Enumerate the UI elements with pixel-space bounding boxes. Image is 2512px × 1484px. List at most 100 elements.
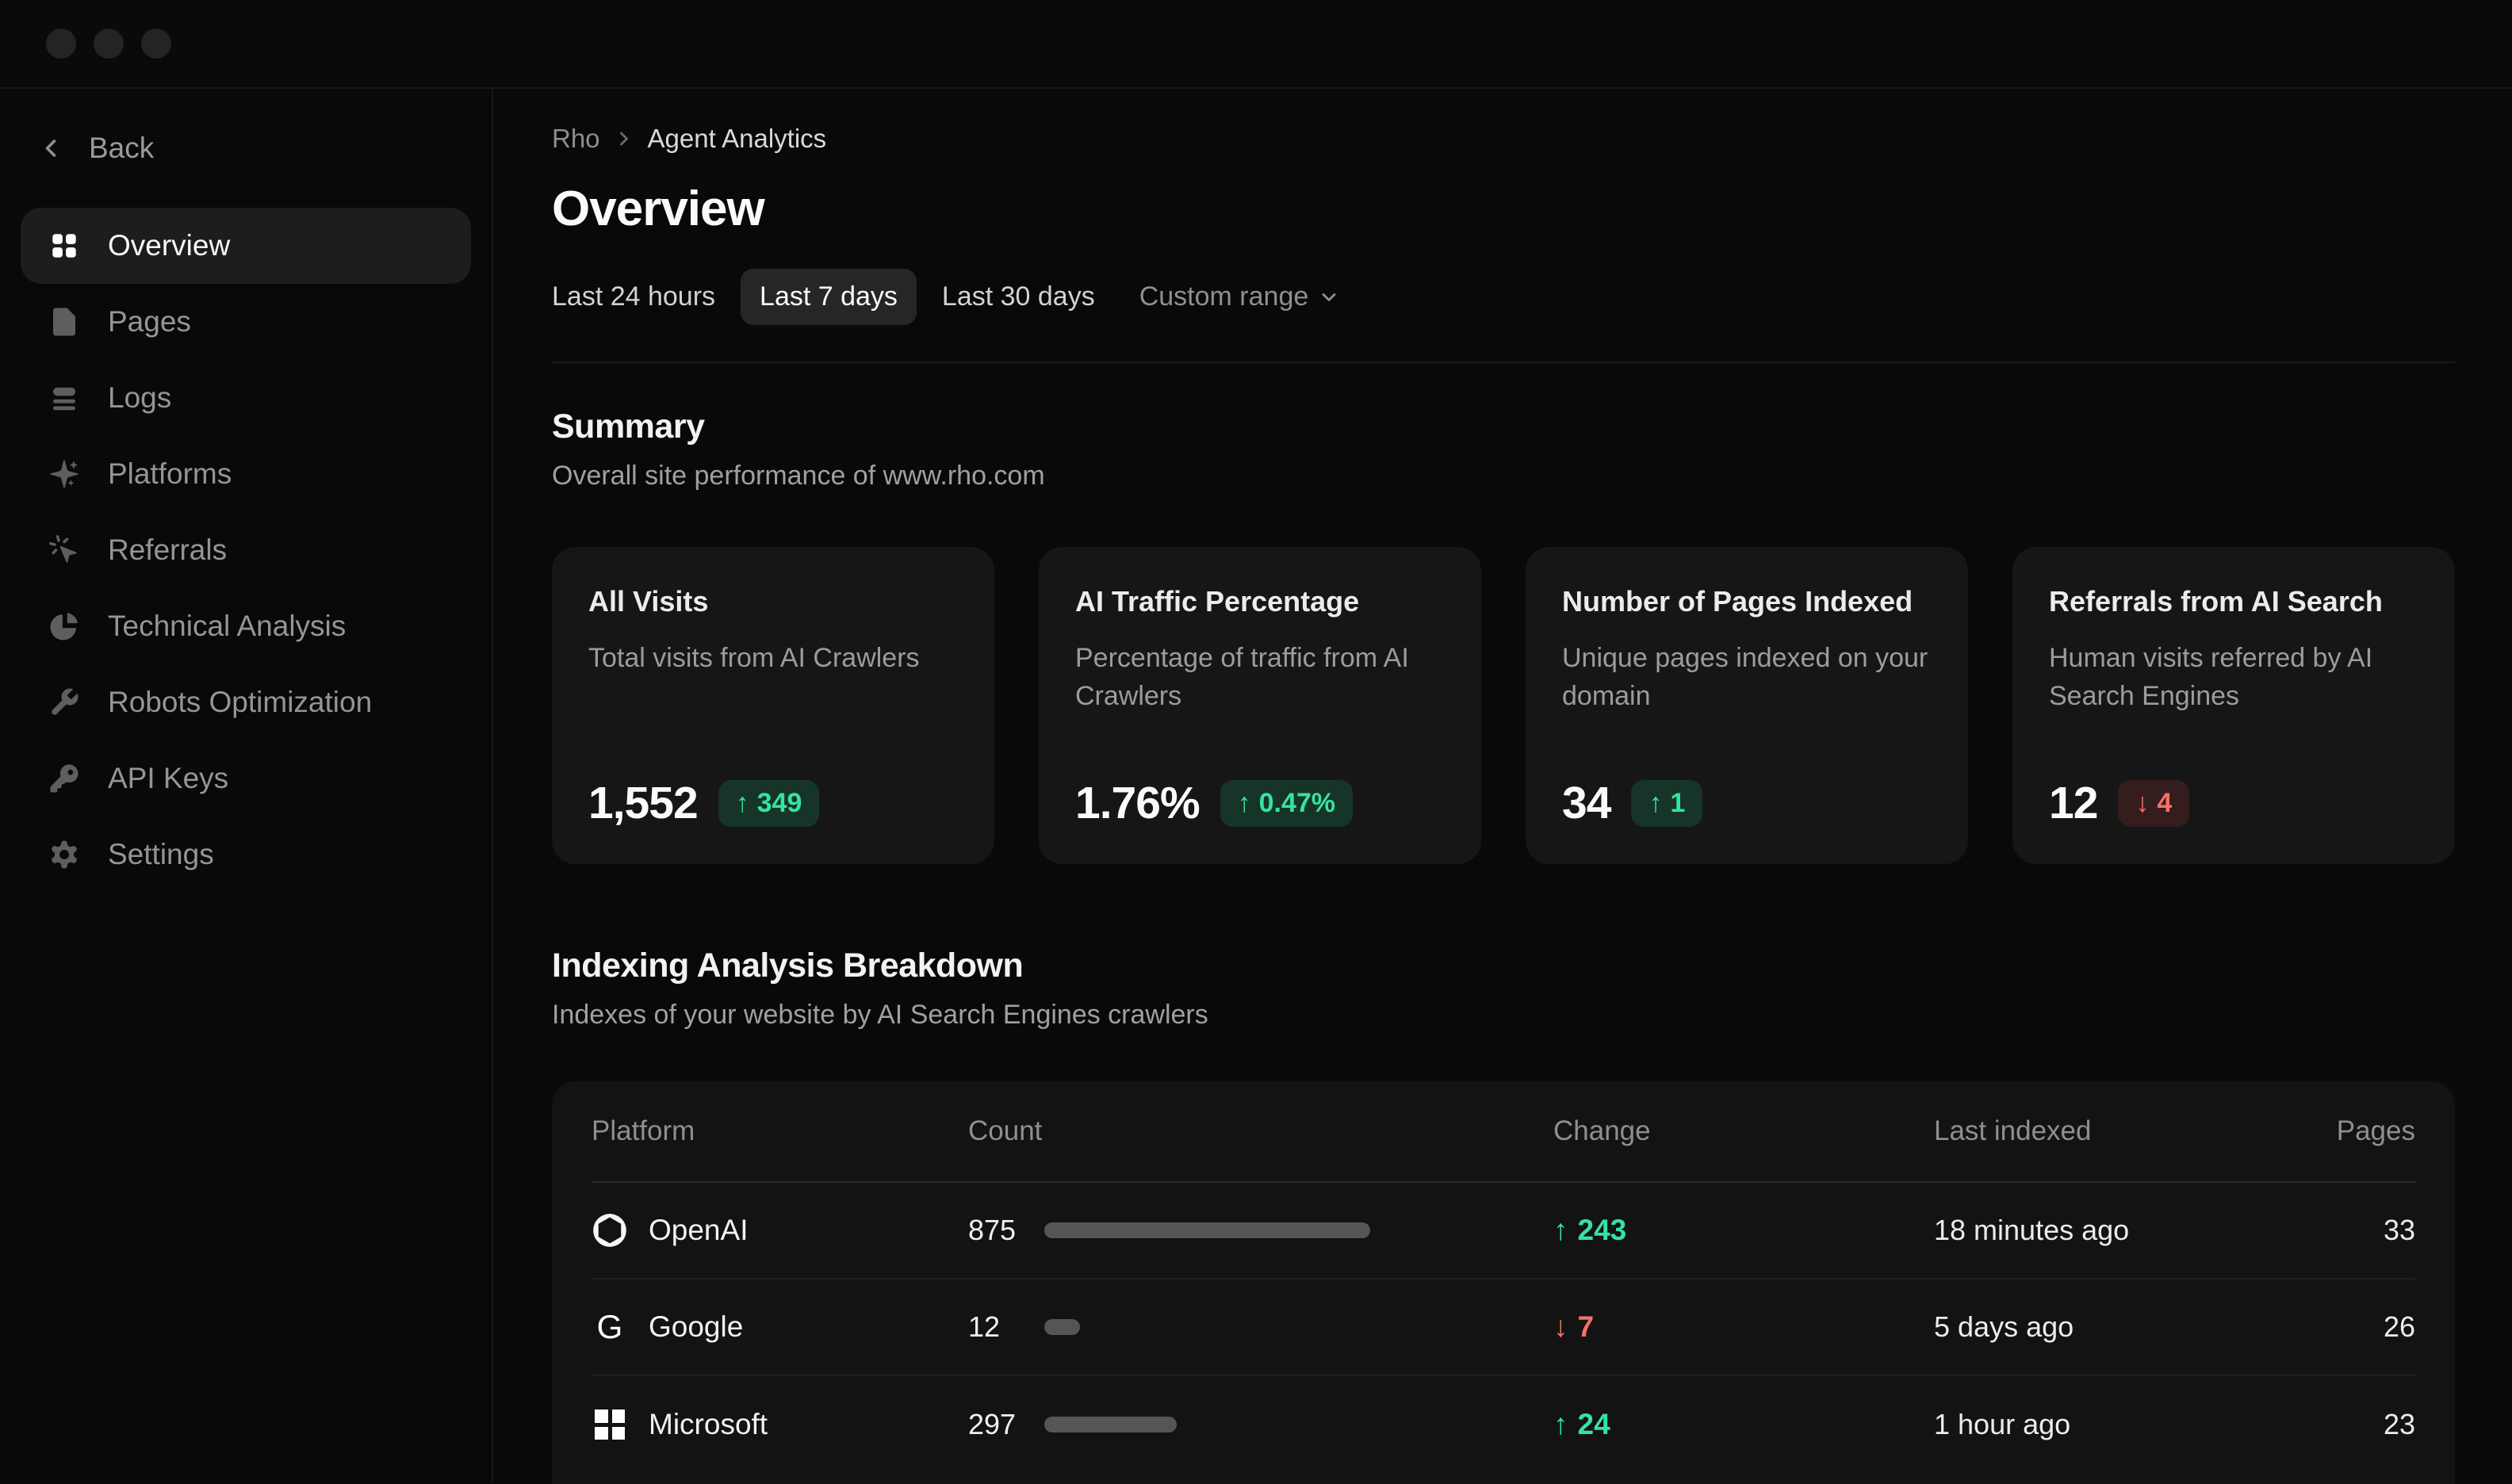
grid-icon xyxy=(48,229,81,262)
delta-value: 0.47% xyxy=(1259,788,1335,819)
main-content: Rho Agent Analytics Overview Last 24 hou… xyxy=(493,89,2512,1482)
microsoft-logo-icon xyxy=(592,1406,628,1443)
indexing-table: Platform Count Change Last indexed Pages xyxy=(552,1081,2455,1484)
sidebar-item-label: Overview xyxy=(108,229,230,262)
sidebar: Back Overview Pages Logs Platforms xyxy=(0,89,493,1482)
tab-custom-range[interactable]: Custom range xyxy=(1120,269,1360,325)
sidebar-item-overview[interactable]: Overview xyxy=(21,208,471,284)
delta-badge: ↑ 0.47% xyxy=(1220,780,1353,827)
summary-cards: All Visits Total visits from AI Crawlers… xyxy=(552,547,2455,864)
sidebar-item-platforms[interactable]: Platforms xyxy=(21,436,471,512)
breadcrumb-root[interactable]: Rho xyxy=(552,124,600,154)
sidebar-item-referrals[interactable]: Referrals xyxy=(21,512,471,588)
gear-icon xyxy=(48,838,81,871)
column-header-pages: Pages xyxy=(2297,1115,2415,1147)
sidebar-item-label: Referrals xyxy=(108,534,227,567)
last-indexed-value: 5 days ago xyxy=(1934,1310,2297,1344)
table-header-row: Platform Count Change Last indexed Pages xyxy=(592,1081,2415,1183)
metric-card-all-visits: All Visits Total visits from AI Crawlers… xyxy=(552,547,994,864)
openai-logo-icon xyxy=(592,1212,628,1249)
google-logo-icon: G xyxy=(592,1309,628,1345)
breadcrumb: Rho Agent Analytics xyxy=(552,124,2455,154)
cursor-click-icon xyxy=(48,534,81,567)
card-value: 1,552 xyxy=(588,777,698,829)
file-icon xyxy=(48,305,81,338)
sidebar-item-technical-analysis[interactable]: Technical Analysis xyxy=(21,588,471,664)
metric-card-ai-traffic-percentage: AI Traffic Percentage Percentage of traf… xyxy=(1039,547,1481,864)
divider xyxy=(552,361,2455,363)
tab-label: Last 30 days xyxy=(942,281,1095,312)
logs-icon xyxy=(48,381,81,415)
pages-value: 26 xyxy=(2297,1310,2415,1344)
chevron-down-icon xyxy=(1318,286,1340,308)
tab-label: Custom range xyxy=(1139,281,1309,312)
window-control-dot[interactable] xyxy=(94,29,124,59)
tab-last-24-hours[interactable]: Last 24 hours xyxy=(533,269,734,325)
table-row-openai: OpenAI 875 ↑ 243 18 minutes ago 33 xyxy=(592,1183,2415,1279)
sidebar-item-api-keys[interactable]: API Keys xyxy=(21,740,471,817)
platform-name: OpenAI xyxy=(649,1214,748,1247)
indexing-section-subtitle: Indexes of your website by AI Search Eng… xyxy=(552,1000,2455,1031)
delta-badge: ↓ 4 xyxy=(2118,780,2189,827)
page-title: Overview xyxy=(552,181,2455,237)
card-value: 12 xyxy=(2049,777,2097,829)
card-value: 34 xyxy=(1562,777,1610,829)
card-title: Number of Pages Indexed xyxy=(1562,585,1932,618)
platform-name: Google xyxy=(649,1310,743,1344)
change-value: 7 xyxy=(1578,1310,1595,1344)
sidebar-item-pages[interactable]: Pages xyxy=(21,284,471,360)
count-bar xyxy=(1044,1319,1080,1335)
delta-badge: ↑ 1 xyxy=(1631,780,1702,827)
sidebar-item-label: Technical Analysis xyxy=(108,610,346,643)
window-control-dot[interactable] xyxy=(46,29,76,59)
sidebar-item-robots-optimization[interactable]: Robots Optimization xyxy=(21,664,471,740)
back-button[interactable]: Back xyxy=(21,120,471,176)
arrow-up-icon: ↑ xyxy=(1648,788,1662,819)
last-indexed-value: 1 hour ago xyxy=(1934,1408,2297,1441)
window-titlebar xyxy=(0,0,2512,89)
change-cell: ↓ 7 xyxy=(1553,1310,1934,1344)
summary-section-subtitle: Overall site performance of www.rho.com xyxy=(552,461,2455,491)
sparkles-icon xyxy=(48,457,81,491)
arrow-up-icon: ↑ xyxy=(1553,1214,1568,1247)
tab-last-30-days[interactable]: Last 30 days xyxy=(923,269,1114,325)
key-icon xyxy=(48,762,81,795)
count-bar-track xyxy=(1044,1222,1553,1238)
delta-value: 1 xyxy=(1670,788,1685,819)
change-cell: ↑ 24 xyxy=(1553,1408,1934,1441)
tab-label: Last 7 days xyxy=(760,281,898,312)
sidebar-item-label: Robots Optimization xyxy=(108,686,372,719)
delta-badge: ↑ 349 xyxy=(718,780,820,827)
change-value: 243 xyxy=(1578,1214,1627,1247)
indexing-section-title: Indexing Analysis Breakdown xyxy=(552,947,2455,985)
column-header-last-indexed: Last indexed xyxy=(1934,1115,2297,1147)
card-value: 1.76% xyxy=(1075,777,1200,829)
breadcrumb-current[interactable]: Agent Analytics xyxy=(648,124,827,154)
card-description: Total visits from AI Crawlers xyxy=(588,639,958,677)
count-bar xyxy=(1044,1417,1177,1432)
count-value: 12 xyxy=(968,1310,1044,1344)
column-header-platform: Platform xyxy=(592,1115,968,1147)
summary-section-title: Summary xyxy=(552,407,2455,446)
metric-card-pages-indexed: Number of Pages Indexed Unique pages ind… xyxy=(1526,547,1968,864)
card-title: AI Traffic Percentage xyxy=(1075,585,1445,618)
card-title: All Visits xyxy=(588,585,958,618)
tab-last-7-days[interactable]: Last 7 days xyxy=(741,269,917,325)
count-bar-track xyxy=(1044,1417,1553,1432)
sidebar-item-label: Platforms xyxy=(108,457,232,491)
change-cell: ↑ 243 xyxy=(1553,1214,1934,1247)
count-value: 875 xyxy=(968,1214,1044,1247)
delta-value: 4 xyxy=(2157,788,2172,819)
window-control-dot[interactable] xyxy=(141,29,171,59)
arrow-up-icon: ↑ xyxy=(736,788,749,819)
count-bar xyxy=(1044,1222,1370,1238)
sidebar-item-label: Pages xyxy=(108,305,191,338)
arrow-down-icon: ↓ xyxy=(2135,788,2149,819)
sidebar-item-label: Settings xyxy=(108,838,214,871)
column-header-count: Count xyxy=(968,1115,1553,1147)
sidebar-item-label: API Keys xyxy=(108,762,228,795)
arrow-up-icon: ↑ xyxy=(1553,1408,1568,1441)
sidebar-item-settings[interactable]: Settings xyxy=(21,817,471,893)
arrow-down-icon: ↓ xyxy=(1553,1310,1568,1344)
sidebar-item-logs[interactable]: Logs xyxy=(21,360,471,436)
